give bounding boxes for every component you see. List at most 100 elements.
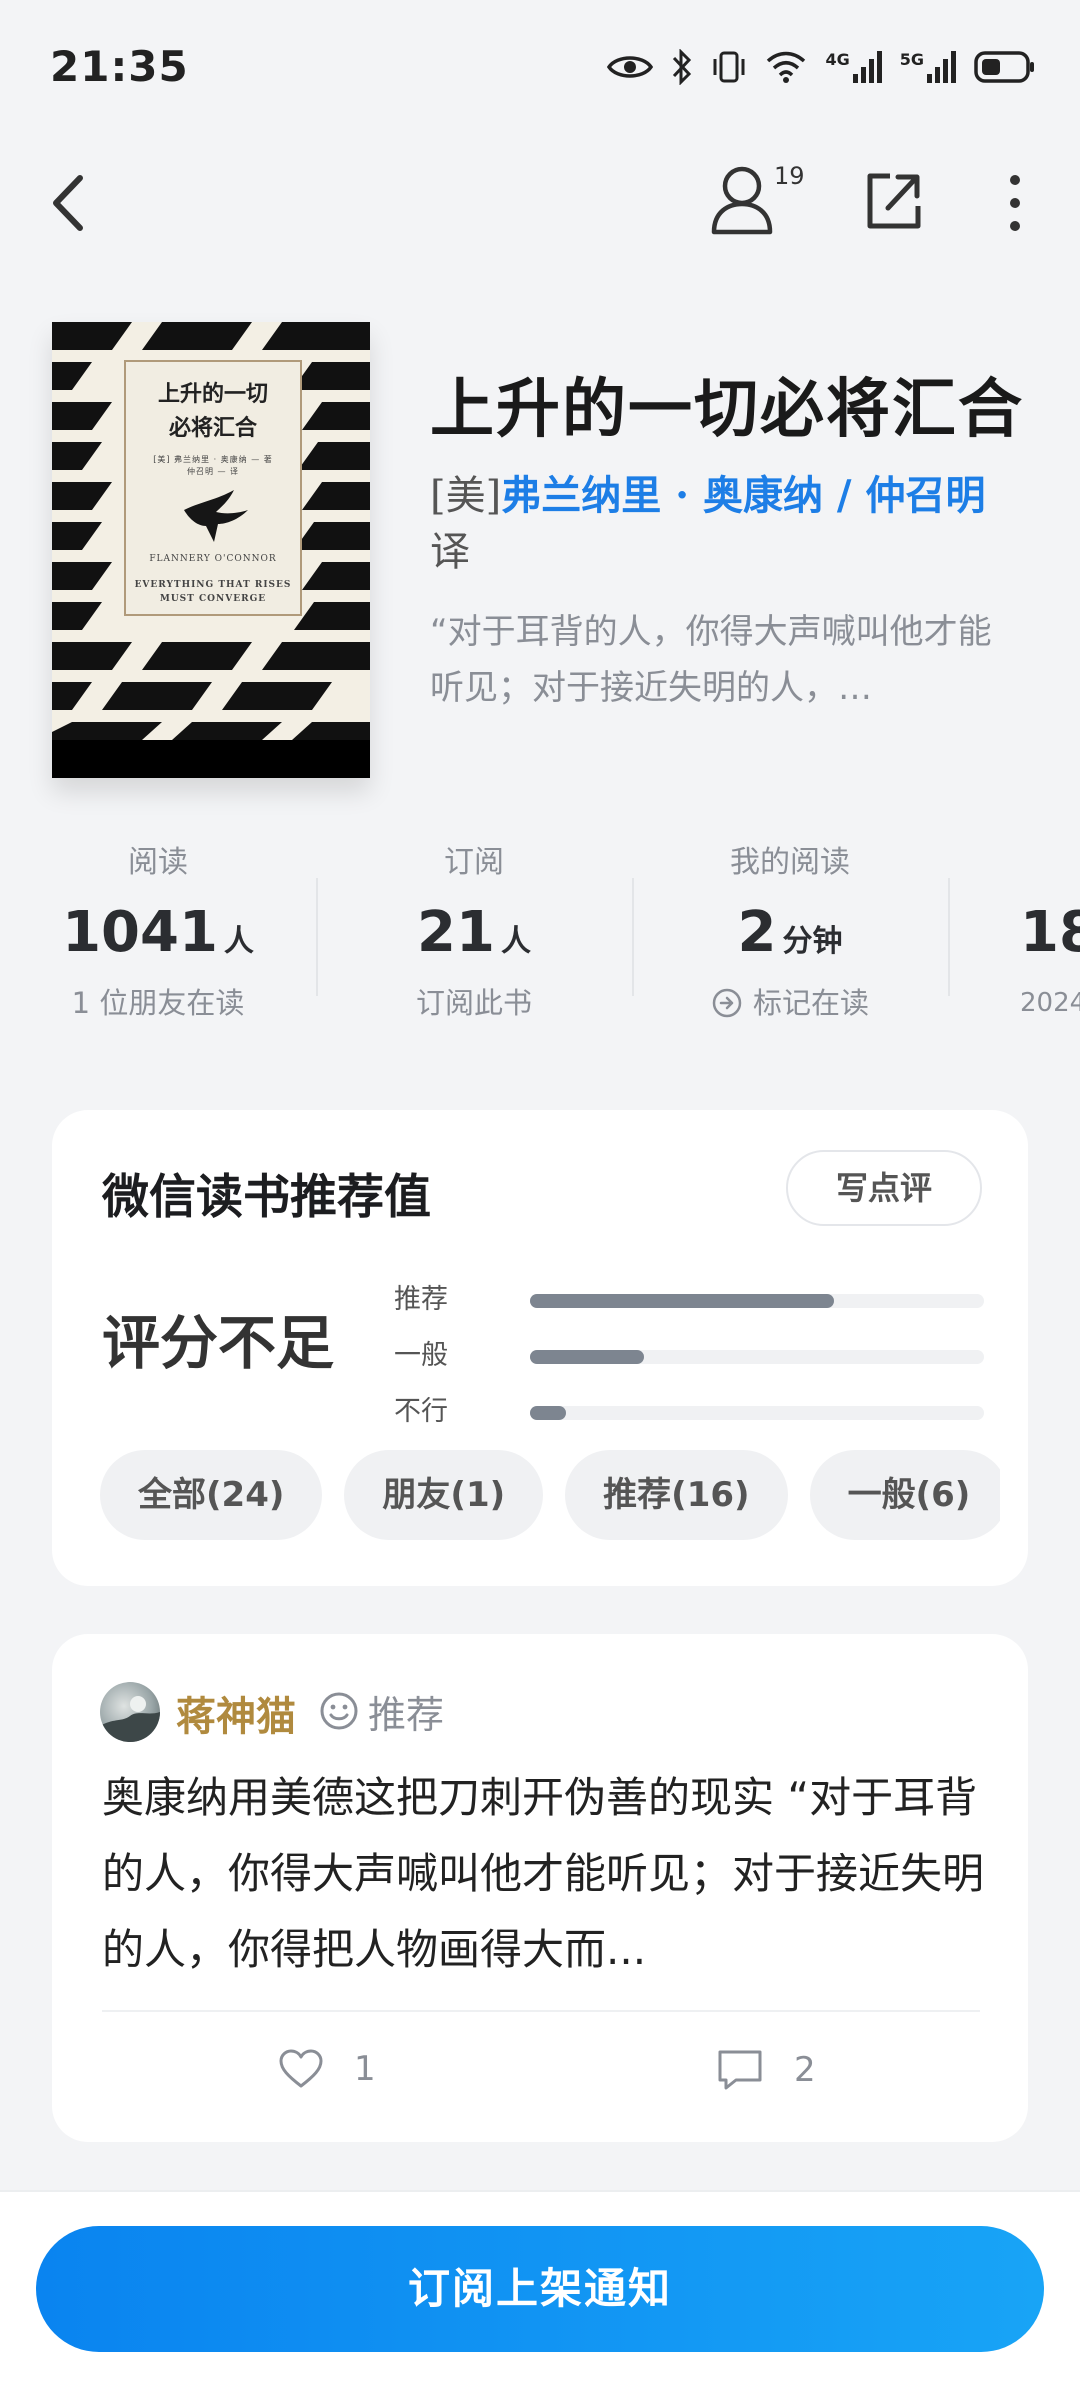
chip-recommend[interactable]: 推荐(16) [565, 1450, 788, 1540]
signal-4g-icon: 4G [825, 50, 882, 84]
stat-sub: 订阅此书 [415, 986, 532, 1020]
stat-sub: 2024 年 [1020, 988, 1080, 1018]
wifi-icon [767, 51, 806, 83]
book-author-line: [美]弗兰纳里 · 奥康纳 / 仲召明译 [430, 468, 1010, 580]
chevron-left-icon [53, 175, 83, 231]
person-icon [711, 166, 773, 235]
author-separator: / [823, 472, 866, 519]
stat-label [1020, 838, 1080, 888]
bar-fill [530, 1350, 644, 1364]
cover-en-title-1: EVERYTHING THAT RISES [134, 580, 292, 590]
rating-status: 评分不足 [102, 1309, 335, 1377]
write-review-button[interactable]: 写点评 [786, 1150, 982, 1226]
reviewer-name[interactable]: 蒋神猫 [176, 1684, 296, 1742]
bar-label: 推荐 [394, 1284, 448, 1315]
like-button[interactable]: 1 [278, 2048, 376, 2090]
more-vertical-icon [1010, 175, 1020, 231]
smile-icon [320, 1692, 358, 1730]
stat-year[interactable]: 18 2024 年 [948, 838, 1080, 1028]
stat-reading[interactable]: 阅读 1041 人 1 位朋友在读 [0, 838, 316, 1028]
cover-title-line1: 上升的一切 [157, 381, 268, 407]
avatar[interactable] [100, 1682, 160, 1742]
bar-label: 一般 [394, 1340, 448, 1371]
divider [102, 2010, 980, 2012]
comment-icon [718, 2050, 762, 2090]
stat-unit: 分钟 [782, 924, 843, 959]
status-time: 21:35 [50, 42, 189, 91]
rating-bar-bad: 不行 [394, 1392, 984, 1432]
author-country: [美] [430, 473, 502, 519]
stat-unit: 人 [500, 924, 531, 959]
back-button[interactable] [40, 168, 110, 238]
recommend-card: 微信读书推荐值 写点评 评分不足 推荐 一般 不行 全部(24) 朋友(1) 推荐(… [52, 1110, 1028, 1586]
more-options-button[interactable] [990, 168, 1040, 238]
eye-icon [607, 56, 654, 78]
comment-button[interactable]: 2 [716, 2048, 816, 2092]
recommend-title: 微信读书推荐值 [102, 1170, 431, 1225]
heart-icon [279, 2049, 323, 2088]
bar-fill [530, 1406, 567, 1420]
bird-icon [184, 490, 248, 542]
stat-value: 21 人 [316, 888, 632, 978]
friends-count: 19 [774, 162, 805, 190]
chip-friends[interactable]: 朋友(1) [344, 1450, 544, 1540]
cover-title-panel: 上升的一切 必将汇合 [美] 弗兰纳里 · 奥康纳 — 著 仲召明 — 译 FL… [124, 360, 302, 616]
bottom-bar: 订阅上架通知 [0, 2190, 1080, 2387]
share-button[interactable] [860, 168, 926, 234]
network-5g-label: 5G [899, 50, 924, 69]
mark-reading-label: 标记在读 [752, 986, 869, 1020]
stat-label: 订阅 [444, 845, 504, 880]
bar-track [530, 1294, 984, 1308]
bluetooth-icon [673, 49, 692, 85]
bar-track [530, 1406, 984, 1420]
book-description[interactable]: “对于耳背的人，你得大声喊叫他才能听见；对于接近失明的人，… [430, 604, 1010, 716]
chip-all[interactable]: 全部(24) [100, 1450, 323, 1540]
signal-5g-icon: 5G [900, 50, 956, 84]
stat-number: 2 [737, 900, 777, 965]
stat-unit: 人 [223, 924, 254, 959]
stat-number: 21 [417, 900, 495, 965]
cover-en-author: FLANNERY O'CONNOR [149, 554, 277, 564]
stat-number: 1041 [62, 900, 218, 965]
stat-value: 1041 人 [0, 888, 316, 978]
cover-translator: 仲召明 — 译 [186, 467, 240, 476]
network-4g-label: 4G [825, 50, 850, 69]
top-nav: 19 [0, 150, 1080, 250]
author-link[interactable]: 弗兰纳里 · 奥康纳 [501, 472, 823, 519]
stat-value: 18 [1020, 888, 1080, 978]
book-title: 上升的一切必将汇合 [430, 372, 1024, 447]
chip-average[interactable]: 一般(6) [809, 1450, 1000, 1540]
translator-link[interactable]: 仲召明 [865, 472, 985, 519]
battery-icon [974, 51, 1034, 83]
book-cover[interactable]: 上升的一切 必将汇合 [美] 弗兰纳里 · 奥康纳 — 著 仲召明 — 译 FL… [52, 322, 370, 778]
review-filter-chips: 全部(24) 朋友(1) 推荐(16) 一般(6) [100, 1450, 1000, 1542]
rating-bar-recommend: 推荐 [394, 1280, 984, 1320]
review-card[interactable]: 蒋神猫 推荐 奥康纳用美德这把刀刺开伪善的现实 “对于耳背的人，你得大声喊叫他才… [52, 1634, 1028, 2142]
cover-title-line2: 必将汇合 [168, 415, 257, 441]
stat-subscribe[interactable]: 订阅 21 人 订阅此书 [316, 838, 632, 1028]
vibrate-icon [713, 51, 745, 83]
subscribe-notify-button[interactable]: 订阅上架通知 [36, 2226, 1044, 2352]
cover-en-title-2: MUST CONVERGE [159, 594, 267, 604]
comment-count: 2 [794, 2050, 816, 2090]
status-icons: 4G 5G [607, 44, 1036, 90]
recommend-tag: 推荐 [318, 1686, 445, 1737]
stat-value: 2 分钟 [632, 888, 948, 978]
status-bar: 21:35 4G 5G [0, 0, 1080, 140]
recommend-tag-label: 推荐 [368, 1692, 445, 1737]
cover-authors: [美] 弗兰纳里 · 奥康纳 — 著 [153, 455, 273, 464]
friends-reading-button[interactable]: 19 [706, 160, 816, 246]
review-text[interactable]: 奥康纳用美德这把刀刺开伪善的现实 “对于耳背的人，你得大声喊叫他才能听见；对于接… [102, 1760, 992, 1988]
bar-track [530, 1350, 984, 1364]
stats-row: 阅读 1041 人 1 位朋友在读 订阅 21 人 订阅此书 我的阅读 2 分钟 标记… [0, 838, 1080, 1038]
stat-number: 18 [1020, 900, 1080, 965]
translator-suffix: 译 [430, 529, 470, 575]
stat-sub[interactable]: 标记在读 [632, 978, 948, 1028]
rating-bar-average: 一般 [394, 1336, 984, 1376]
share-icon [867, 173, 921, 229]
bar-fill [530, 1294, 835, 1308]
like-count: 1 [354, 2049, 376, 2089]
stat-label: 阅读 [128, 845, 188, 880]
stat-my-reading[interactable]: 我的阅读 2 分钟 标记在读 [632, 838, 948, 1028]
bar-label: 不行 [394, 1396, 448, 1427]
